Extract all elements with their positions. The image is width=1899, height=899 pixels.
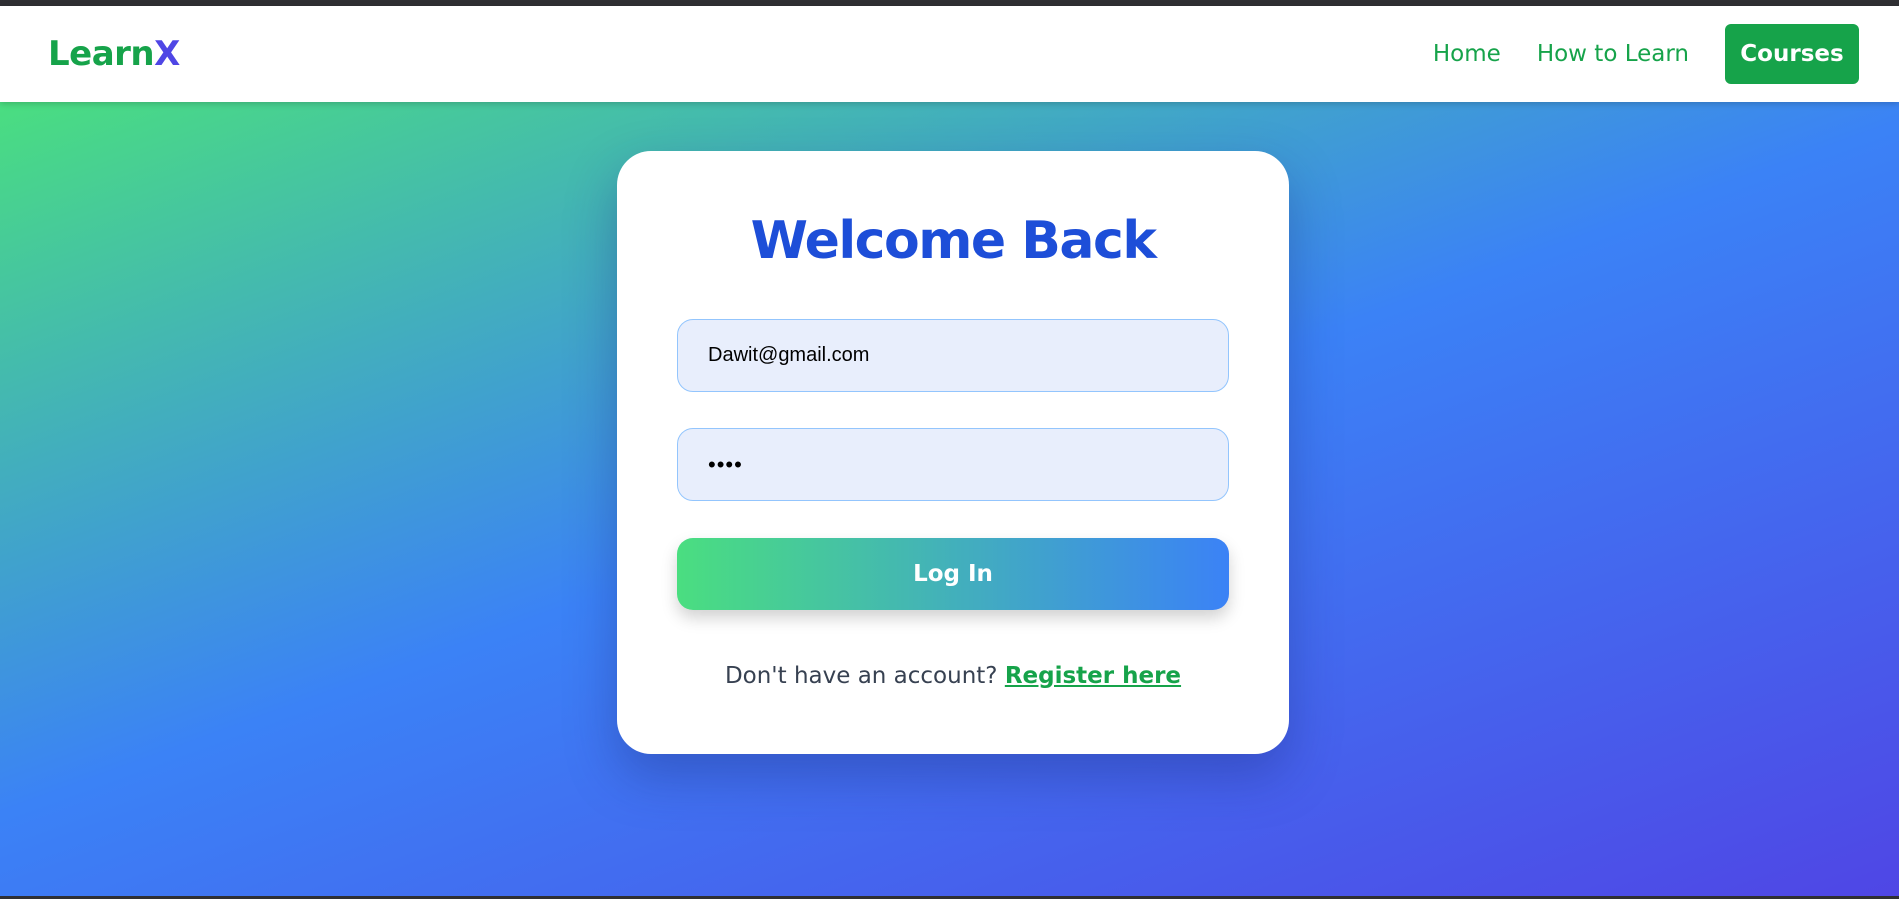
login-title: Welcome Back xyxy=(750,211,1157,271)
login-card: Welcome Back Dawit@gmail.com •••• Log In… xyxy=(617,151,1289,754)
browser-viewport: LearnX Home How to Learn Courses Welcome… xyxy=(0,6,1899,896)
email-input-value: Dawit@gmail.com xyxy=(708,344,870,366)
nav-links: Home How to Learn Courses xyxy=(1433,24,1859,84)
logo-text: Learn xyxy=(48,34,155,74)
site-logo[interactable]: LearnX xyxy=(48,34,180,74)
password-input-value: •••• xyxy=(708,451,743,477)
logo-accent-letter: X xyxy=(154,34,180,74)
password-input[interactable]: •••• xyxy=(677,428,1229,501)
register-link[interactable]: Register here xyxy=(1005,663,1181,689)
email-input[interactable]: Dawit@gmail.com xyxy=(677,319,1229,392)
top-navbar: LearnX Home How to Learn Courses xyxy=(0,6,1899,102)
gradient-background: Welcome Back Dawit@gmail.com •••• Log In… xyxy=(0,102,1899,896)
nav-link-how-to-learn[interactable]: How to Learn xyxy=(1537,41,1689,67)
register-prompt-text: Don't have an account? xyxy=(724,663,998,689)
courses-button[interactable]: Courses xyxy=(1725,24,1859,84)
login-button[interactable]: Log In xyxy=(677,538,1229,610)
nav-link-home[interactable]: Home xyxy=(1433,41,1501,67)
register-prompt-row: Don't have an account? Register here xyxy=(617,663,1289,689)
